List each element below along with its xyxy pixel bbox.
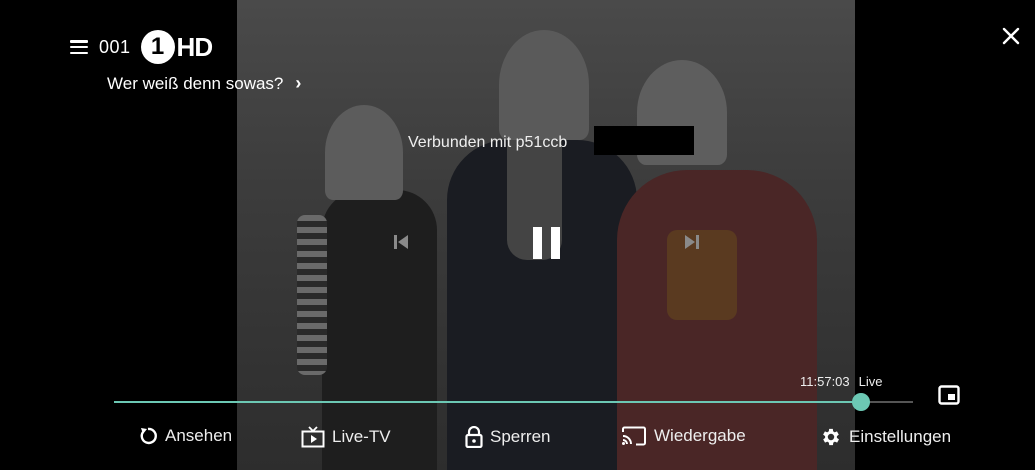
lock-icon — [465, 426, 483, 448]
live-label: Live — [858, 374, 883, 389]
pause-icon[interactable] — [531, 226, 563, 260]
progress-bar[interactable] — [114, 393, 913, 411]
replay-icon — [140, 427, 157, 445]
playback-time-row: 11:57:03 Live — [800, 374, 883, 389]
menu-icon[interactable] — [70, 40, 88, 54]
action-label: Einstellungen — [849, 427, 952, 446]
action-einstellungen-button[interactable]: Einstellungen — [820, 426, 951, 448]
action-label: Live-TV — [332, 427, 391, 446]
channel-logo: 1 HD — [140, 30, 214, 64]
playback-time: 11:57:03 — [800, 374, 850, 389]
cast-icon — [622, 426, 646, 446]
action-wiedergabe-button[interactable]: Wiedergabe — [621, 426, 746, 446]
action-label: Wiedergabe — [654, 426, 746, 445]
person-center-head — [499, 30, 589, 140]
gear-icon — [823, 428, 839, 446]
program-info-link[interactable]: Wer weiß denn sowas? › — [107, 73, 301, 94]
channel-header: 001 1 HD — [70, 30, 214, 64]
channel-logo-mark: 1 — [140, 30, 175, 64]
action-label: Sperren — [490, 427, 551, 446]
channel-logo-hd: HD — [176, 31, 214, 62]
person-left-head — [325, 105, 403, 200]
program-title: Wer weiß denn sowas? — [107, 73, 284, 93]
redacted-device-name — [594, 126, 694, 155]
progress-fill — [114, 401, 862, 403]
skip-next-icon[interactable] — [683, 233, 701, 251]
progress-handle[interactable] — [852, 393, 871, 411]
person-right-body — [617, 170, 817, 470]
connection-status: Verbunden mit p51ccb — [408, 134, 568, 151]
chevron-right-icon: › — [295, 73, 302, 93]
action-sperren-button[interactable]: Sperren — [465, 426, 550, 448]
skip-previous-icon[interactable] — [392, 233, 410, 251]
live-tv-icon — [301, 426, 325, 448]
action-ansehen-button[interactable]: Ansehen — [138, 426, 232, 446]
close-icon[interactable] — [1001, 26, 1021, 46]
person-left-shirt — [297, 215, 327, 375]
video-frame[interactable] — [0, 0, 1035, 470]
picture-in-picture-icon[interactable] — [938, 385, 960, 405]
channel-number: 001 — [99, 36, 131, 57]
action-label: Ansehen — [165, 426, 233, 445]
action-live-tv-button[interactable]: Live-TV — [301, 426, 391, 448]
person-right-shirt-print — [667, 230, 737, 320]
